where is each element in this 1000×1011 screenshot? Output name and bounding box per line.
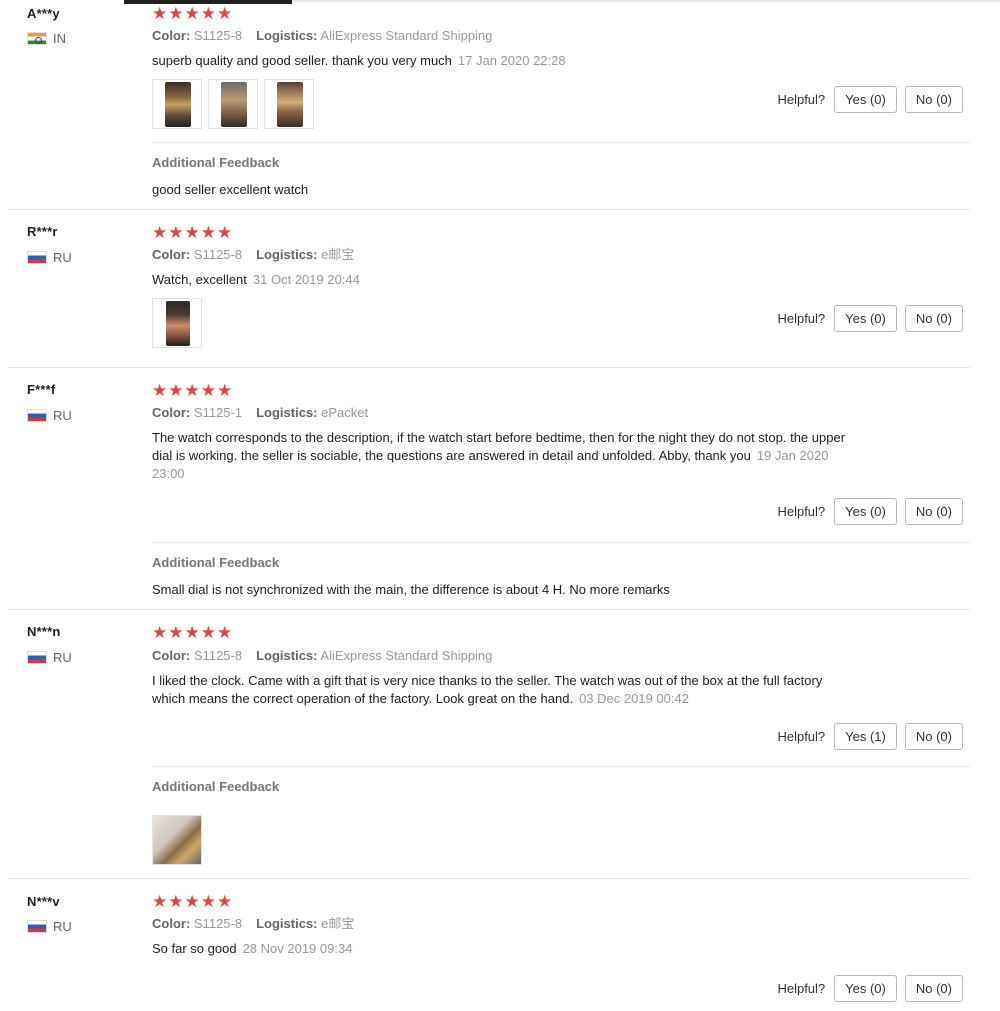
reviewer-country: RU <box>27 650 72 665</box>
helpful-vote: Helpful? Yes (0) No (0) <box>777 86 963 113</box>
helpful-vote: Helpful? Yes (1) No (0) <box>777 723 963 750</box>
star-rating: ★★★★★ <box>152 892 234 911</box>
helpful-no-button[interactable]: No (0) <box>904 723 963 750</box>
india-flag-icon <box>27 32 47 45</box>
reviewer-name: A***y <box>27 6 60 21</box>
helpful-label: Helpful? <box>777 92 826 107</box>
review-text: Watch, excellent 31 Oct 2019 20:44 <box>152 272 360 287</box>
helpful-yes-button[interactable]: Yes (0) <box>834 975 897 1002</box>
helpful-no-button[interactable]: No (0) <box>904 498 963 525</box>
review-text: I liked the clock. Came with a gift that… <box>152 673 823 706</box>
helpful-yes-button[interactable]: Yes (0) <box>834 498 897 525</box>
review-date: 17 Jan 2020 22:28 <box>457 53 566 68</box>
tab-strip-border <box>292 0 1000 2</box>
helpful-label: Helpful? <box>777 311 826 326</box>
review-meta: Color: S1125-8 Logistics: AliExpress Stan… <box>152 28 493 43</box>
helpful-no-button[interactable]: No (0) <box>904 975 963 1002</box>
review-photo-thumbnail[interactable] <box>152 815 202 865</box>
reviewer-name: N***n <box>27 624 61 639</box>
star-rating: ★★★★★ <box>152 223 234 242</box>
country-code: RU <box>53 650 72 665</box>
russia-flag-icon <box>27 920 47 933</box>
review-meta: Color: S1125-8 Logistics: e邮宝 <box>152 916 355 931</box>
divider <box>152 142 970 143</box>
review-photo-thumbnail[interactable] <box>152 298 202 348</box>
reviewer-country: IN <box>27 31 66 46</box>
helpful-label: Helpful? <box>777 981 826 996</box>
star-rating: ★★★★★ <box>152 381 234 400</box>
review-photo-thumbnail[interactable] <box>152 79 202 129</box>
russia-flag-icon <box>27 409 47 422</box>
additional-feedback-text: good seller excellent watch <box>152 182 309 197</box>
russia-flag-icon <box>27 251 47 264</box>
review-photo-thumbnail[interactable] <box>208 79 258 129</box>
review-divider <box>8 367 970 368</box>
review-meta: Color: S1125-1 Logistics: ePacket <box>152 405 369 420</box>
review-photo-thumbnail[interactable] <box>264 79 314 129</box>
review-divider <box>8 878 970 879</box>
reviewer-country: RU <box>27 250 72 265</box>
helpful-label: Helpful? <box>777 729 826 744</box>
helpful-yes-button[interactable]: Yes (0) <box>834 86 897 113</box>
helpful-label: Helpful? <box>777 504 826 519</box>
additional-feedback-heading: Additional Feedback <box>152 779 280 794</box>
helpful-vote: Helpful? Yes (0) No (0) <box>777 498 963 525</box>
country-code: RU <box>53 250 72 265</box>
country-code: RU <box>53 408 72 423</box>
reviewer-country: RU <box>27 919 72 934</box>
review-text: superb quality and good seller. thank yo… <box>152 53 566 68</box>
star-rating: ★★★★★ <box>152 623 234 642</box>
reviewer-name: R***r <box>27 224 58 239</box>
star-rating: ★★★★★ <box>152 4 234 23</box>
reviewer-name: N***v <box>27 894 60 909</box>
review-text: So far so good 28 Nov 2019 09:34 <box>152 941 353 956</box>
additional-feedback-heading: Additional Feedback <box>152 155 280 170</box>
helpful-no-button[interactable]: No (0) <box>904 86 963 113</box>
review-text: The watch corresponds to the description… <box>152 430 846 481</box>
helpful-vote: Helpful? Yes (0) No (0) <box>777 305 963 332</box>
divider <box>152 542 970 543</box>
additional-feedback-text: Small dial is not synchronized with the … <box>152 582 670 597</box>
additional-feedback-photos <box>152 815 970 865</box>
review-divider <box>8 209 970 210</box>
reviewer-country: RU <box>27 408 72 423</box>
review-date: 28 Nov 2019 09:34 <box>242 941 353 956</box>
helpful-yes-button[interactable]: Yes (1) <box>834 723 897 750</box>
review-meta: Color: S1125-8 Logistics: e邮宝 <box>152 247 355 262</box>
country-code: RU <box>53 919 72 934</box>
divider <box>152 766 970 767</box>
helpful-yes-button[interactable]: Yes (0) <box>834 305 897 332</box>
review-date: 03 Dec 2019 00:42 <box>579 691 689 706</box>
reviewer-name: F***f <box>27 382 56 397</box>
additional-feedback-heading: Additional Feedback <box>152 555 280 570</box>
review-meta: Color: S1125-8 Logistics: AliExpress Stan… <box>152 648 493 663</box>
country-code: IN <box>53 31 66 46</box>
review-date: 31 Oct 2019 20:44 <box>252 272 360 287</box>
russia-flag-icon <box>27 651 47 664</box>
review-divider <box>8 609 970 610</box>
helpful-vote: Helpful? Yes (0) No (0) <box>777 975 963 1002</box>
helpful-no-button[interactable]: No (0) <box>904 305 963 332</box>
